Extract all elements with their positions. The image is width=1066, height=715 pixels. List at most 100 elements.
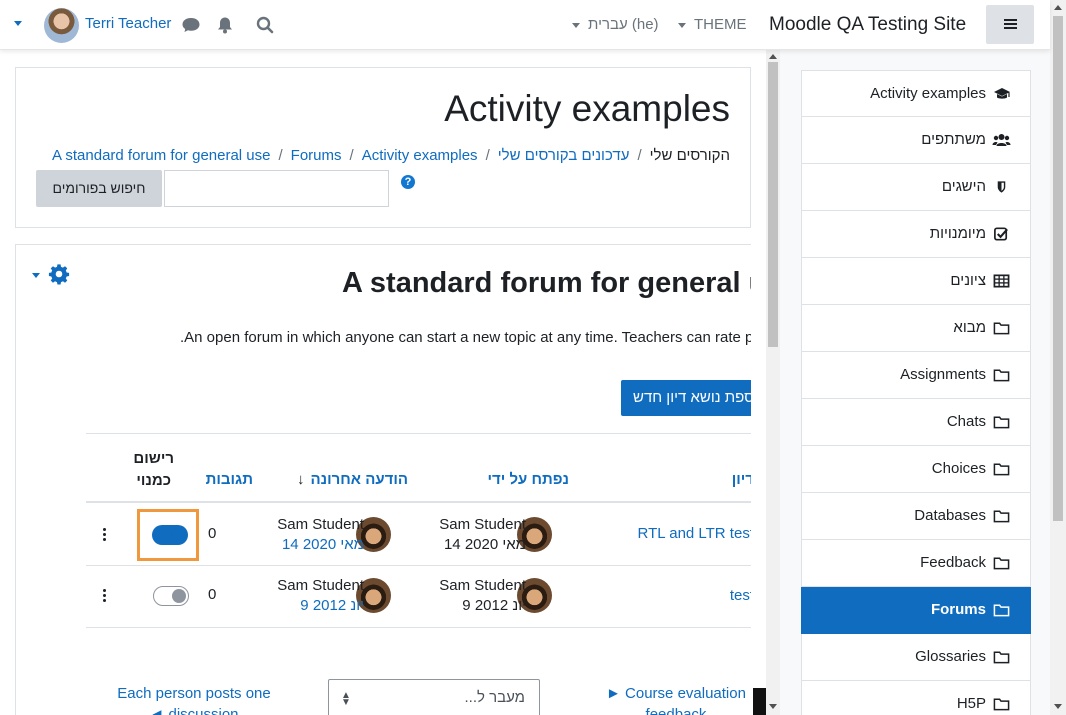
drawer-item-label: ציונים — [950, 272, 986, 289]
shield-icon — [997, 181, 1006, 193]
next-activity-link[interactable]: ► Course evaluation feedback — [601, 683, 751, 715]
page-scrollbar[interactable] — [1050, 0, 1066, 715]
drawer-item-chats[interactable]: Chats — [801, 399, 1031, 446]
folder-icon — [993, 416, 1010, 429]
top-navbar: Terri Teacher עברית (he) THEME Moodle QA… — [0, 0, 1050, 50]
toggle-knob — [172, 589, 186, 603]
theme-menu[interactable]: THEME — [678, 16, 747, 33]
drawer-item-label: Assignments — [900, 366, 986, 383]
search-forums-input[interactable] — [164, 170, 389, 207]
add-discussion-button[interactable]: ספת נושא דיון חדש — [621, 380, 751, 416]
dark-overlay-block — [753, 688, 766, 715]
user-menu-caret-icon[interactable] — [14, 21, 22, 26]
previous-activity-line1: Each person posts one — [117, 685, 271, 702]
search-icon[interactable] — [255, 15, 275, 35]
main-scrollbar[interactable] — [766, 50, 780, 715]
drawer-item-forums[interactable]: Forums — [801, 587, 1031, 634]
drawer-item-label: משתתפים — [921, 131, 986, 148]
drawer-item-competencies[interactable]: מיומנויות — [801, 211, 1031, 258]
drawer-item-course[interactable]: Activity examples — [801, 70, 1031, 117]
drawer-item-label: H5P — [956, 695, 986, 712]
scrollbar-thumb[interactable] — [1053, 16, 1063, 521]
language-label: עברית (he) — [588, 16, 659, 33]
page-header: Activity examples A standard forum for g… — [15, 67, 751, 228]
drawer-item-label: הישגים — [941, 178, 986, 195]
drawer-item-label: Glossaries — [915, 648, 986, 665]
drawer-item-label: Databases — [914, 507, 986, 524]
breadcrumb-dashboard[interactable]: עדכונים בקורסים שלי — [498, 147, 630, 164]
last-post-cell: Sam Student 14 מאי 2020 — [277, 515, 364, 555]
drawer-toggle-button[interactable] — [986, 5, 1034, 44]
column-replies[interactable]: תגובות — [206, 471, 253, 488]
breadcrumb-separator: / — [485, 147, 490, 164]
sort-arrow-icon: ↓ — [297, 471, 305, 488]
table-header: דיון נפתח על ידי ↓ הודעה אחרונה תגובות רי… — [86, 433, 751, 503]
drawer-item-choices[interactable]: Choices — [801, 446, 1031, 493]
folder-icon — [993, 463, 1010, 476]
previous-activity-link[interactable]: Each person posts one ◄ discussion — [114, 683, 274, 715]
jump-to-placeholder: ...מעבר ל — [464, 689, 525, 706]
scroll-up-icon[interactable] — [1054, 5, 1062, 10]
drawer-item-glossaries[interactable]: Glossaries — [801, 634, 1031, 681]
jump-to-select[interactable]: ▲ ▼ ...מעבר ל — [328, 679, 540, 715]
started-by-name: Sam Student — [439, 516, 526, 533]
drawer-item-label: Feedback — [920, 554, 986, 571]
replies-count[interactable]: 0 — [208, 586, 216, 603]
column-last-post[interactable]: ↓ הודעה אחרונה — [297, 471, 408, 488]
breadcrumb-separator: / — [349, 147, 354, 164]
table-row: RTL and LTR test Sam Student 14 מאי 2020… — [86, 504, 751, 566]
drawer-item-label: Activity examples — [870, 85, 986, 102]
help-icon[interactable]: ? — [401, 175, 415, 189]
breadcrumb: A standard forum for general use / Forums /… — [52, 147, 730, 164]
folder-icon — [993, 698, 1010, 711]
hamburger-icon — [1004, 19, 1017, 21]
language-menu[interactable]: עברית (he) — [572, 16, 659, 33]
column-discussion[interactable]: דיון — [732, 471, 751, 488]
settings-gear-icon[interactable] — [48, 263, 70, 285]
search-forums-button[interactable]: חיפוש בפורומים — [36, 170, 162, 207]
drawer-item-participants[interactable]: משתתפים — [801, 117, 1031, 164]
breadcrumb-my-courses[interactable]: הקורסים שלי — [650, 147, 730, 164]
drawer-item-feedback[interactable]: Feedback — [801, 540, 1031, 587]
scroll-down-icon[interactable] — [1054, 704, 1062, 709]
hamburger-icon-bar — [1004, 23, 1017, 25]
messages-icon[interactable] — [181, 15, 201, 35]
breadcrumb-forum[interactable]: A standard forum for general use — [52, 147, 270, 164]
folder-icon — [993, 369, 1010, 382]
graduation-cap-icon — [994, 88, 1010, 99]
drawer-item-label: Chats — [946, 413, 986, 430]
notifications-bell-icon[interactable] — [215, 15, 235, 35]
scroll-up-icon[interactable] — [769, 54, 777, 59]
column-last-post-label: הודעה אחרונה — [310, 471, 408, 488]
breadcrumb-separator: / — [637, 147, 642, 164]
replies-count[interactable]: 0 — [208, 525, 216, 542]
last-post-date-link[interactable]: 9 יונ 2012 — [277, 596, 364, 616]
discussion-link[interactable]: RTL and LTR test — [638, 525, 751, 542]
scroll-down-icon[interactable] — [769, 704, 777, 709]
discussion-link[interactable]: test — [730, 587, 751, 604]
user-avatar[interactable] — [44, 8, 79, 43]
started-by-cell: Sam Student 14 מאי 2020 — [439, 515, 526, 555]
started-by-cell: Sam Student 9 יונ 2012 — [439, 576, 526, 616]
breadcrumb-forums[interactable]: Forums — [291, 147, 342, 164]
drawer-item-databases[interactable]: Databases — [801, 493, 1031, 540]
drawer-item-badges[interactable]: הישגים — [801, 164, 1031, 211]
more-actions-icon[interactable] — [103, 528, 106, 541]
subscribe-toggle[interactable] — [153, 586, 189, 606]
drawer-item-label: Forums — [930, 601, 986, 618]
drawer-item-grades[interactable]: ציונים — [801, 258, 1031, 305]
column-started-by[interactable]: נפתח על ידי — [488, 471, 569, 488]
nav-drawer: Activity examples משתתפים הישגים מיומנוי… — [780, 50, 1050, 715]
drawer-item-h5p[interactable]: H5P — [801, 681, 1031, 715]
last-post-date-link[interactable]: 14 מאי 2020 — [277, 535, 364, 555]
settings-caret-icon[interactable] — [32, 273, 40, 278]
last-post-name: Sam Student — [277, 516, 364, 533]
drawer-item-section-intro[interactable]: מבוא — [801, 305, 1031, 352]
scrollbar-thumb[interactable] — [768, 62, 778, 347]
user-name-link[interactable]: Terri Teacher — [85, 15, 171, 32]
more-actions-icon[interactable] — [103, 589, 106, 602]
drawer-item-assignments[interactable]: Assignments — [801, 352, 1031, 399]
breadcrumb-course[interactable]: Activity examples — [362, 147, 478, 164]
site-name[interactable]: Moodle QA Testing Site — [769, 14, 966, 36]
select-arrows-icon: ▲ ▼ — [341, 690, 351, 708]
